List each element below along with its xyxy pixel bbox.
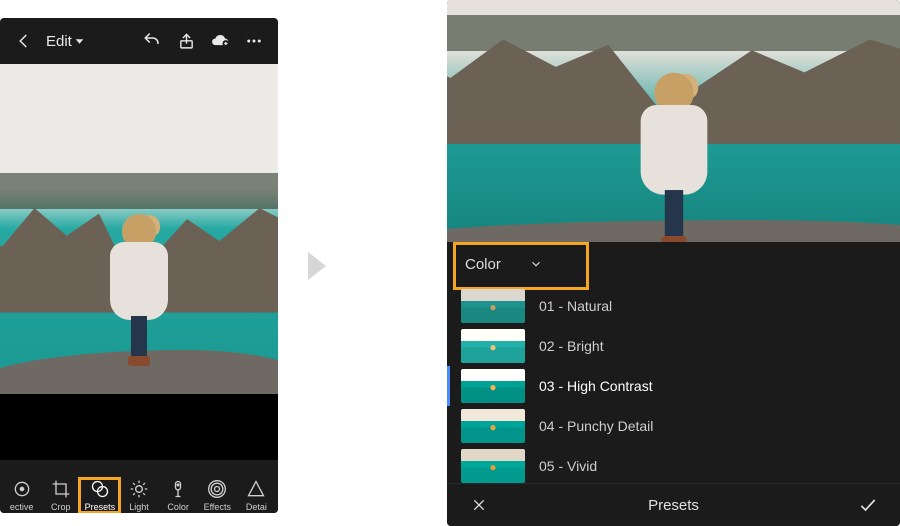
confirm-icon[interactable] bbox=[854, 491, 882, 519]
empty-area bbox=[0, 394, 278, 460]
category-label: Color bbox=[465, 256, 501, 273]
tool-label: Light bbox=[129, 502, 149, 512]
preset-item[interactable]: 01 - Natural bbox=[447, 286, 900, 326]
preset-label: 04 - Punchy Detail bbox=[539, 418, 653, 434]
close-icon[interactable] bbox=[465, 491, 493, 519]
tool-label: Detai bbox=[246, 502, 267, 512]
tool-detail[interactable]: Detai bbox=[237, 479, 276, 512]
back-icon[interactable] bbox=[10, 27, 38, 55]
share-icon[interactable] bbox=[172, 27, 200, 55]
preset-thumb bbox=[461, 329, 525, 363]
preset-thumb bbox=[461, 449, 525, 483]
preset-item[interactable]: 03 - High Contrast bbox=[447, 366, 900, 406]
preset-category-dropdown[interactable]: Color bbox=[447, 242, 900, 286]
preset-thumb bbox=[461, 289, 525, 323]
navigation-arrow-icon bbox=[308, 252, 326, 280]
tool-label: Color bbox=[167, 502, 189, 512]
tool-color[interactable]: Color bbox=[159, 479, 198, 512]
preset-item[interactable]: 05 - Vivid bbox=[447, 446, 900, 486]
tool-light[interactable]: Light bbox=[119, 479, 158, 512]
tool-label: Effects bbox=[204, 502, 231, 512]
preset-thumb bbox=[461, 409, 525, 443]
tool-selective[interactable]: ective bbox=[2, 479, 41, 512]
edit-menu[interactable]: Edit bbox=[46, 33, 84, 50]
edit-label: Edit bbox=[46, 33, 72, 50]
more-icon[interactable] bbox=[240, 27, 268, 55]
tool-effects[interactable]: Effects bbox=[198, 479, 237, 512]
preset-label: 02 - Bright bbox=[539, 338, 604, 354]
phone-edit-screen: Edit e bbox=[0, 18, 278, 513]
presets-bottombar: Presets bbox=[447, 483, 900, 526]
preset-thumb bbox=[461, 369, 525, 403]
preset-item[interactable]: 02 - Bright bbox=[447, 326, 900, 366]
preset-label: 01 - Natural bbox=[539, 298, 612, 314]
undo-icon[interactable] bbox=[138, 27, 166, 55]
tool-label: Presets bbox=[85, 502, 116, 512]
tool-crop[interactable]: Crop bbox=[41, 479, 80, 512]
preset-label: 03 - High Contrast bbox=[539, 378, 653, 394]
preset-list: 01 - Natural 02 - Bright 03 - High Contras… bbox=[447, 286, 900, 486]
chevron-down-icon bbox=[529, 257, 543, 271]
preset-item[interactable]: 04 - Punchy Detail bbox=[447, 406, 900, 446]
preview-photo[interactable] bbox=[447, 0, 900, 242]
topbar: Edit bbox=[0, 18, 278, 64]
tool-label: Crop bbox=[51, 502, 71, 512]
tool-label: ective bbox=[10, 502, 34, 512]
preset-label: 05 - Vivid bbox=[539, 458, 597, 474]
bottombar-title: Presets bbox=[648, 497, 699, 514]
tool-presets[interactable]: Presets bbox=[80, 479, 119, 512]
tool-strip: ective Crop Presets Light Color Effects bbox=[0, 460, 278, 513]
main-photo[interactable] bbox=[0, 64, 278, 394]
cloud-sync-icon[interactable] bbox=[206, 27, 234, 55]
phone-presets-screen: Color 01 - Natural 02 - Bright 03 - High C… bbox=[447, 0, 900, 526]
